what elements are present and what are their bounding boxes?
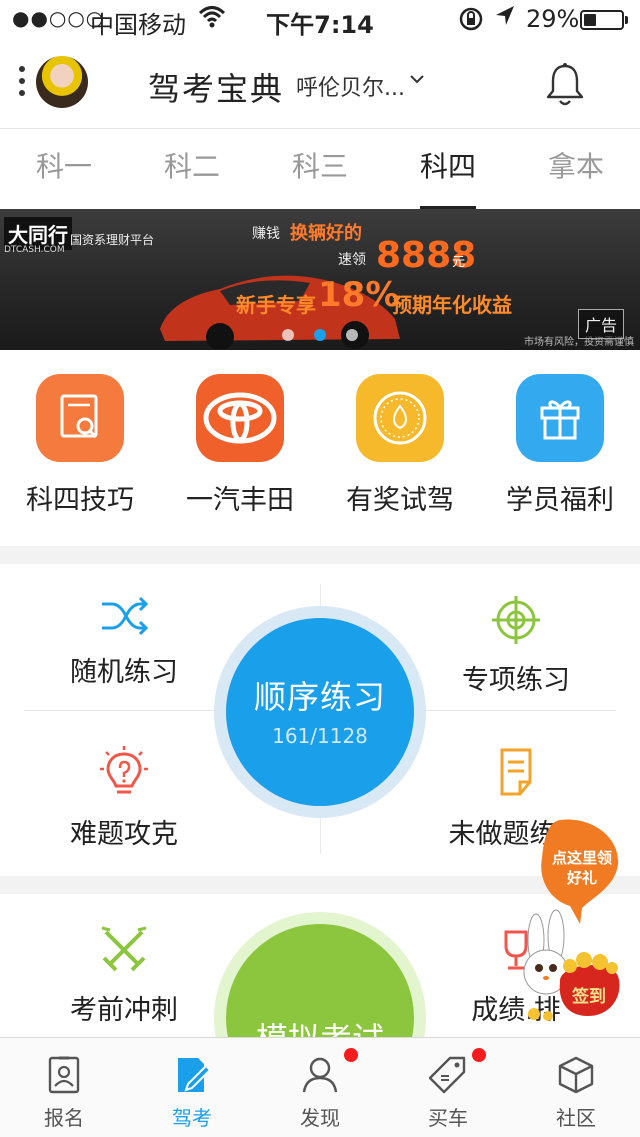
quick-link-label: 一汽丰田 [186, 485, 294, 516]
crossed-swords-icon [101, 926, 147, 972]
quick-link-label: 有奖试驾 [346, 485, 454, 516]
bottom-nav: 报名 驾考 发现 买车 社区 [0, 1037, 640, 1137]
carousel-dot[interactable] [346, 329, 358, 341]
ad-banner[interactable]: 大同行 DTCASH.COM 国资系理财平台 赚钱 换辆好的 速领 8888 元… [0, 209, 640, 350]
carousel-dot-active[interactable] [314, 329, 326, 341]
gift-icon [516, 374, 604, 462]
avatar[interactable] [36, 56, 88, 108]
app-header: 驾考宝典 呼伦贝尔... [0, 40, 640, 129]
tab-label: 科二 [163, 150, 220, 183]
banner-text: 速领 [338, 252, 366, 268]
tab-label: 科三 [291, 150, 348, 183]
menu-dots-icon[interactable] [14, 62, 30, 106]
practice-label: 难题攻克 [70, 819, 178, 850]
sequential-label: 顺序练习 [253, 678, 386, 716]
nav-driving-test[interactable]: 驾考 [128, 1038, 256, 1137]
toyota-logo-icon [196, 374, 284, 462]
tab-ke-san[interactable]: 科三 [256, 129, 384, 209]
nav-label: 驾考 [172, 1106, 212, 1130]
nav-community[interactable]: 社区 [512, 1038, 640, 1137]
banner-promo-right: 预期年化收益 [392, 293, 512, 317]
nav-buy-car[interactable]: 买车 [384, 1038, 512, 1137]
app-title: 驾考宝典 [148, 70, 285, 108]
sprint-button[interactable]: 考前冲刺 [24, 924, 224, 1027]
platform-tagline: 国资系理财平台 [70, 233, 155, 247]
cube-box-icon [558, 1056, 594, 1094]
quick-links: 科四技巧 一汽丰田 有奖试驾 学员福利 [0, 350, 640, 546]
tab-ke-si[interactable]: 科四 [384, 129, 512, 209]
tab-label: 科四 [419, 150, 476, 183]
sequential-progress: 161/1128 [272, 724, 368, 748]
checkin-promo[interactable]: 点这里领好礼 签到 [500, 816, 630, 1022]
status-bar: ●●○○○ 中国移动 下午7:14 29% [0, 0, 640, 40]
ad-badge: 广告 [578, 309, 625, 339]
rotation-lock-icon [458, 6, 484, 37]
promo-bubble-text: 点这里领好礼 [551, 849, 612, 887]
quick-link-welfare[interactable]: 学员福利 [480, 374, 640, 517]
quick-link-test-drive[interactable]: 有奖试驾 [320, 374, 480, 517]
carousel-dot[interactable] [282, 329, 294, 341]
quick-link-label: 科四技巧 [26, 485, 134, 516]
banner-rate: 18% [318, 275, 400, 315]
battery-icon [580, 10, 624, 30]
battery-percent: 29% [526, 5, 580, 33]
lightbulb-icon [100, 746, 148, 794]
location-arrow-icon [494, 4, 516, 34]
chevron-down-icon[interactable] [410, 72, 424, 86]
quick-link-label: 学员福利 [506, 485, 614, 516]
document-pen-icon [178, 1058, 212, 1092]
target-icon [492, 596, 540, 644]
banner-text: 赚钱 [252, 226, 280, 242]
practice-label: 专项练习 [462, 665, 570, 696]
city-selector[interactable]: 呼伦贝尔... [296, 70, 405, 102]
banner-highlight: 换辆好的 [290, 223, 362, 244]
exam-label: 考前冲刺 [70, 995, 178, 1026]
quick-link-toyota[interactable]: 一汽丰田 [160, 374, 320, 517]
nav-sign-up[interactable]: 报名 [0, 1038, 128, 1137]
nav-label: 买车 [428, 1106, 468, 1130]
bell-icon[interactable] [544, 62, 586, 108]
banner-promo-left: 新手专享 [236, 293, 316, 317]
nav-discover[interactable]: 发现 [256, 1038, 384, 1137]
subject-tabs: 科一 科二 科三 科四 拿本 [0, 129, 640, 209]
nav-label: 社区 [556, 1106, 596, 1130]
practice-label: 随机练习 [70, 657, 178, 688]
tab-label: 拿本 [547, 150, 604, 183]
brand-domain: DTCASH.COM [4, 245, 65, 255]
medal-icon [356, 374, 444, 462]
banner-unit: 元 [452, 255, 466, 270]
random-practice-button[interactable]: 随机练习 [24, 594, 224, 689]
tab-ke-yi[interactable]: 科一 [0, 129, 128, 209]
id-card-icon [48, 1056, 80, 1094]
notification-badge [472, 1048, 486, 1062]
person-icon [302, 1057, 338, 1093]
notification-badge [344, 1048, 358, 1062]
sequential-practice-button[interactable]: 顺序练习 161/1128 [226, 618, 414, 806]
tab-na-ben[interactable]: 拿本 [512, 129, 640, 209]
special-practice-button[interactable]: 专项练习 [416, 594, 616, 697]
price-tag-icon [428, 1056, 466, 1094]
checkin-label: 签到 [572, 987, 606, 1007]
difficult-practice-button[interactable]: 难题攻克 [24, 744, 224, 851]
note-icon [500, 748, 532, 796]
tab-label: 科一 [35, 150, 92, 183]
nav-label: 发现 [300, 1106, 340, 1130]
tab-ke-er[interactable]: 科二 [128, 129, 256, 209]
nav-label: 报名 [44, 1106, 84, 1130]
shuffle-icon [102, 596, 149, 636]
quick-link-tips[interactable]: 科四技巧 [0, 374, 160, 517]
certificate-icon [36, 374, 124, 462]
